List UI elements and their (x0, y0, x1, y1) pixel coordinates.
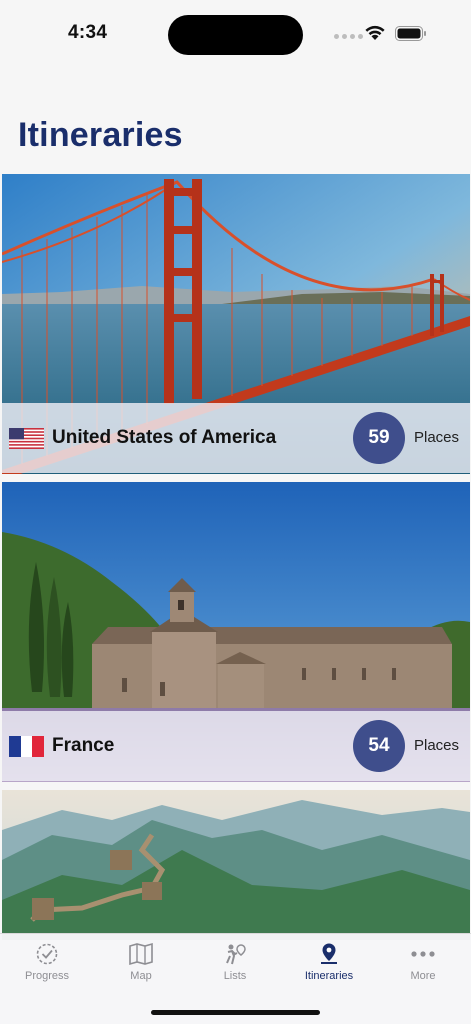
country-name: France (52, 735, 115, 756)
more-icon (411, 951, 435, 957)
country-name: United States of America (52, 427, 277, 448)
wifi-icon (365, 25, 385, 40)
tab-more[interactable]: More (376, 940, 470, 992)
tab-label: Map (130, 970, 152, 982)
tab-label: Lists (223, 970, 247, 982)
status-bar: 4:34 (0, 0, 471, 64)
places-count-badge: 59 (353, 412, 405, 464)
card-info-bar: France 54 Places (2, 711, 470, 781)
dynamic-island (168, 15, 303, 55)
progress-icon (36, 943, 58, 965)
tab-itineraries[interactable]: Itineraries (282, 940, 376, 992)
tab-lists[interactable]: Lists (188, 940, 282, 992)
itinerary-card-china[interactable] (2, 790, 470, 940)
itinerary-card-france[interactable]: France 54 Places (2, 482, 470, 782)
fr-flag-icon (9, 736, 44, 757)
status-time: 4:34 (68, 22, 108, 43)
tab-progress[interactable]: Progress (0, 940, 94, 992)
tab-map[interactable]: Map (94, 940, 188, 992)
tab-label: Itineraries (304, 970, 354, 982)
map-icon (129, 942, 153, 966)
home-indicator[interactable] (151, 1010, 320, 1015)
card-info-bar: United States of America 59 Places (2, 403, 470, 473)
tab-label: Progress (24, 970, 70, 982)
great-wall-image (2, 790, 470, 940)
signal-dots-icon (334, 34, 363, 39)
places-label: Places (414, 429, 460, 446)
battery-icon (395, 26, 426, 41)
page-title: Itineraries (18, 116, 183, 154)
places-count-badge: 54 (353, 720, 405, 772)
tab-label: More (410, 970, 436, 982)
us-flag-icon (9, 428, 44, 449)
lists-icon (226, 944, 246, 965)
places-label: Places (414, 737, 460, 754)
itinerary-card-usa[interactable]: United States of America 59 Places (2, 174, 470, 474)
itineraries-icon (321, 943, 337, 964)
